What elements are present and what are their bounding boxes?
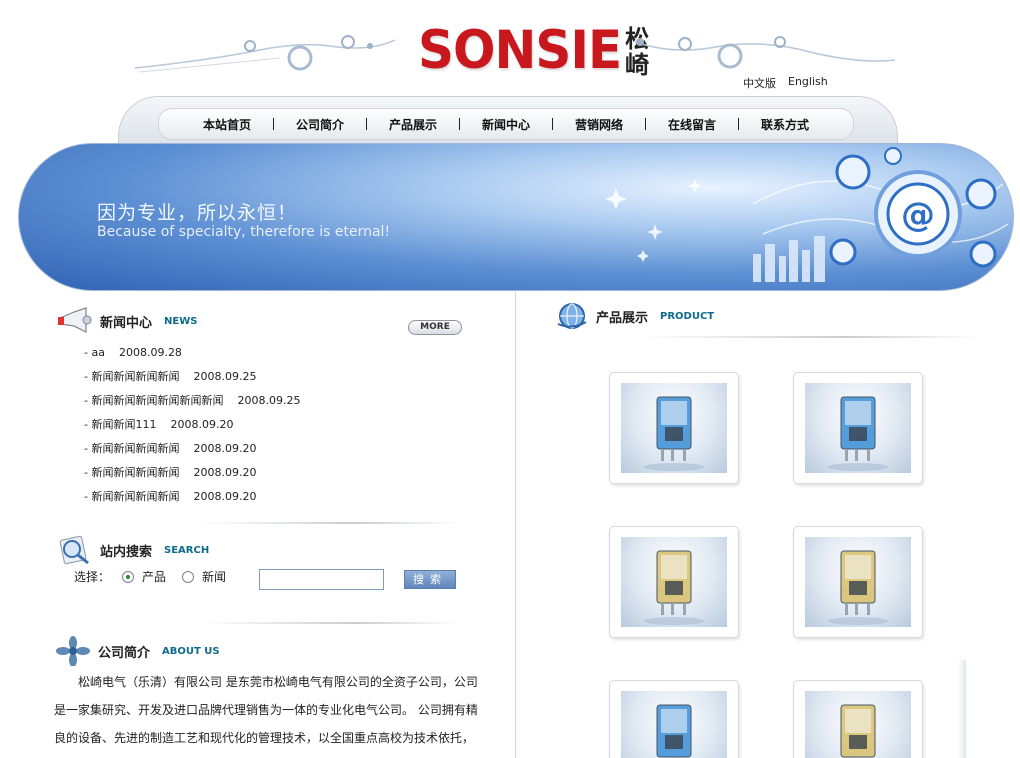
search-radio-product-label: 产品: [142, 570, 167, 584]
nav-separator: [272, 118, 274, 130]
news-title-cn: 新闻中心: [100, 315, 153, 331]
product-thumbnail[interactable]: [609, 372, 739, 484]
news-item[interactable]: - 新闻新闻新闻新闻 2008.09.20: [84, 488, 300, 512]
section-divider: [200, 622, 460, 624]
section-divider: [200, 522, 460, 524]
nav-item-contact[interactable]: 联系方式: [761, 116, 809, 133]
news-item-title: - 新闻新闻新闻新闻: [84, 370, 180, 383]
news-item-title: - 新闻新闻新闻新闻: [84, 442, 180, 455]
lang-english-link[interactable]: English: [788, 75, 828, 88]
news-item-title: - 新闻新闻新闻新闻新闻新闻: [84, 394, 224, 407]
nav-item-guestbook[interactable]: 在线留言: [668, 116, 716, 133]
nav-separator: [552, 118, 553, 130]
magnifier-icon: [59, 535, 89, 565]
banner-network-globe-icon: @: [605, 147, 1009, 282]
search-button[interactable]: 搜索: [404, 570, 456, 589]
news-item-title: - 新闻新闻新闻新闻: [84, 490, 180, 503]
search-radio-news[interactable]: [182, 570, 195, 583]
nav-separator: [458, 118, 460, 130]
relay-product-image: [621, 691, 727, 758]
relay-product-image: [805, 537, 911, 627]
nav-separator: [738, 118, 740, 130]
main-nav: 本站首页 公司简介 产品展示 新闻中心 营销网络 在线留言 联系方式: [158, 108, 854, 140]
product-section-header: 产品展示 PRODUCT: [556, 300, 714, 332]
search-options: 选择： 产品 新闻: [74, 568, 226, 585]
news-list: - aa 2008.09.28 - 新闻新闻新闻新闻 2008.09.25 - 新闻…: [84, 344, 300, 512]
relay-product-image: [621, 383, 727, 473]
news-item-date: 2008.09.25: [237, 394, 301, 407]
product-thumbnail[interactable]: [793, 372, 923, 484]
header: SONSIE 松崎 中文版 English: [0, 0, 1020, 96]
product-thumbnail[interactable]: [793, 680, 923, 758]
product-thumbnail[interactable]: [609, 526, 739, 638]
banner-slogan-cn: 因为专业，所以永恒！: [97, 202, 298, 224]
megaphone-icon: [58, 307, 92, 333]
search-section-header: 站内搜索 SEARCH: [56, 534, 209, 566]
product-title-en: PRODUCT: [660, 310, 715, 322]
nav-item-news[interactable]: 新闻中心: [482, 116, 530, 133]
relay-product-image: [621, 537, 727, 627]
banner-slogan-en: Because of specialty, therefore is etern…: [97, 224, 391, 240]
svg-text:@: @: [901, 195, 935, 235]
news-item-date: 2008.09.25: [193, 370, 257, 383]
search-radio-product[interactable]: [122, 570, 135, 583]
hero-banner: 因为专业，所以永恒！ Because of specialty, therefo…: [18, 143, 1014, 291]
news-title-en: NEWS: [164, 315, 198, 327]
news-item-title: - 新闻新闻111: [84, 418, 157, 431]
logo[interactable]: SONSIE 松崎: [418, 19, 653, 81]
news-item-date: 2008.09.20: [193, 490, 257, 503]
news-item-title: - 新闻新闻新闻新闻: [84, 466, 180, 479]
news-item-date: 2008.09.20: [193, 466, 257, 479]
about-title-cn: 公司简介: [98, 645, 151, 661]
search-title-cn: 站内搜索: [100, 544, 153, 560]
about-section-header: 公司简介 ABOUT US: [56, 636, 220, 666]
search-select-label: 选择：: [74, 570, 111, 584]
news-item[interactable]: - 新闻新闻111 2008.09.20: [84, 416, 300, 440]
news-item[interactable]: - 新闻新闻新闻新闻 2008.09.20: [84, 440, 300, 464]
decorative-swirl-right: [634, 36, 896, 69]
nav-item-products[interactable]: 产品展示: [389, 116, 437, 133]
about-title-en: ABOUT US: [162, 645, 220, 657]
nav-item-home[interactable]: 本站首页: [203, 116, 251, 133]
product-title-cn: 产品展示: [596, 310, 649, 326]
nav-item-about[interactable]: 公司简介: [296, 116, 344, 133]
relay-product-image: [805, 691, 911, 758]
globe-icon: [557, 303, 587, 329]
nav-separator: [645, 118, 647, 130]
section-divider: [640, 336, 980, 338]
search-title-en: SEARCH: [164, 544, 210, 556]
news-item[interactable]: - 新闻新闻新闻新闻 2008.09.20: [84, 464, 300, 488]
news-more-button[interactable]: MORE: [408, 320, 462, 335]
news-item[interactable]: - 新闻新闻新闻新闻 2008.09.25: [84, 368, 300, 392]
lang-chinese-link[interactable]: 中文版: [743, 75, 776, 91]
news-section-header: 新闻中心 NEWS: [56, 306, 197, 336]
nav-item-sales-network[interactable]: 营销网络: [575, 116, 623, 133]
relay-product-image: [805, 383, 911, 473]
product-thumbnail[interactable]: [793, 526, 923, 638]
news-item-date: 2008.09.20: [193, 442, 257, 455]
news-item-title: - aa: [84, 346, 105, 359]
search-input[interactable]: [259, 569, 384, 590]
column-divider: [515, 292, 516, 758]
star-flower-icon: [56, 636, 90, 666]
news-item-date: 2008.09.20: [170, 418, 234, 431]
nav-separator: [365, 118, 367, 130]
decorative-swirl-left: [134, 35, 396, 73]
product-thumbnail[interactable]: [609, 680, 739, 758]
search-radio-news-label: 新闻: [202, 570, 227, 584]
news-item-date: 2008.09.28: [118, 346, 182, 359]
scroll-shadow: [958, 660, 966, 758]
logo-text: SONSIE: [418, 19, 622, 81]
news-item[interactable]: - aa 2008.09.28: [84, 344, 300, 368]
about-text: 松崎电气（乐清）有限公司 是东莞市松崎电气有限公司的全资子公司，公司是一家集研究…: [54, 675, 478, 745]
news-item[interactable]: - 新闻新闻新闻新闻新闻新闻 2008.09.25: [84, 392, 300, 416]
